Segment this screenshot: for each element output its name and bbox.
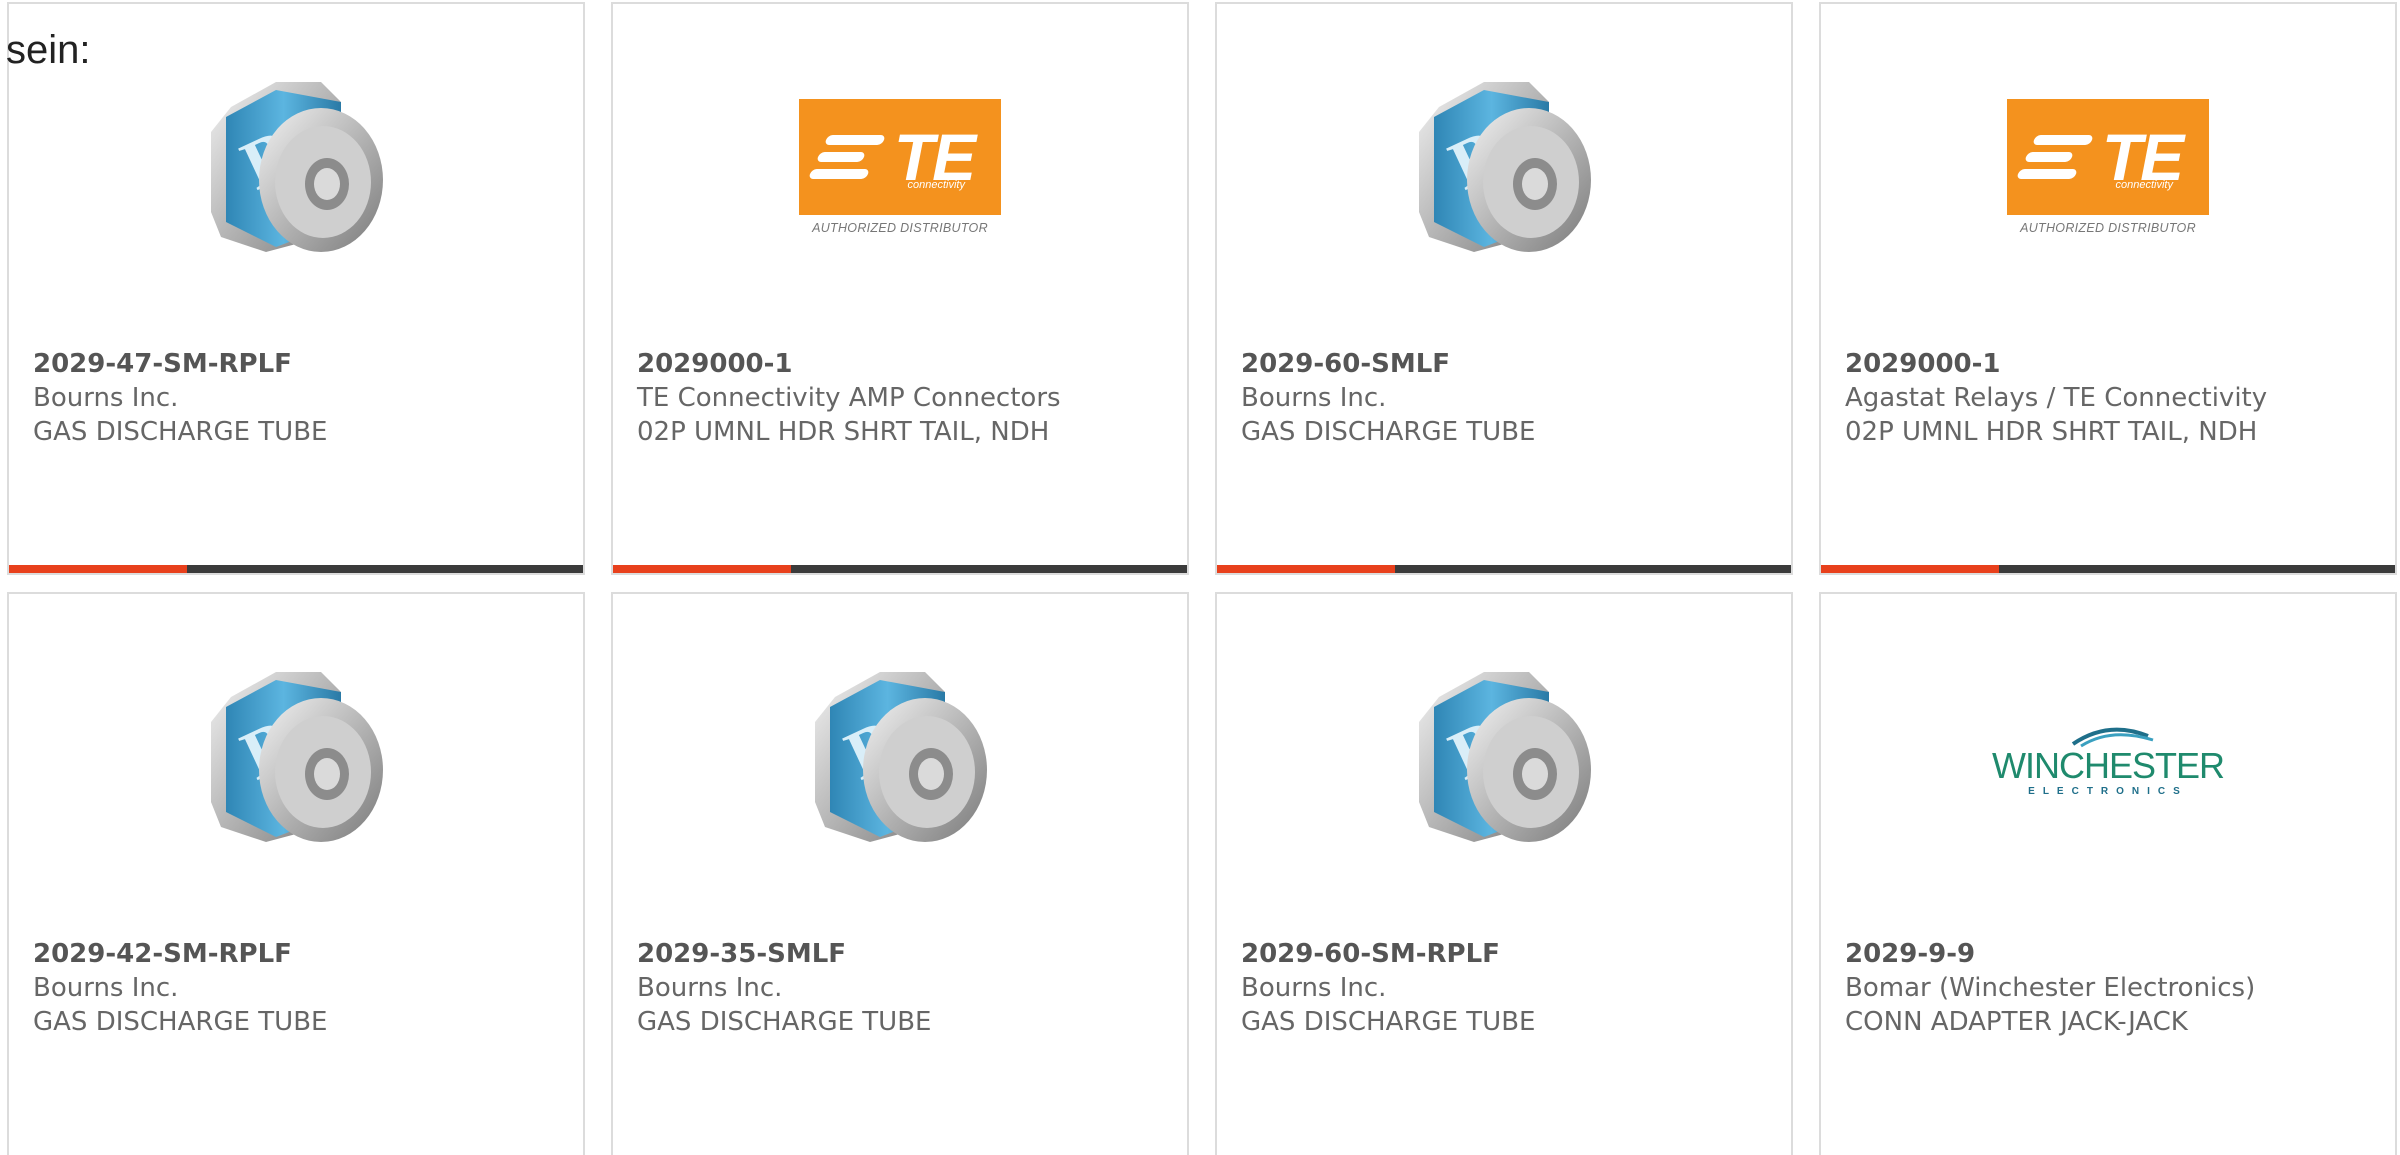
product-info: 2029-47-SM-RPLF Bourns Inc. GAS DISCHARG… — [33, 347, 573, 449]
card-accent-bar — [1217, 565, 1791, 573]
card-accent-bar — [1821, 565, 2395, 573]
description: CONN ADAPTER JACK-JACK — [1845, 1007, 2188, 1037]
description: GAS DISCHARGE TUBE — [1241, 417, 1536, 447]
logo-subtext: ELECTRONICS — [2028, 785, 2188, 797]
product-info: 2029-60-SMLF Bourns Inc. GAS DISCHARGE T… — [1241, 347, 1781, 449]
description: 02P UMNL HDR SHRT TAIL, NDH — [637, 417, 1050, 447]
manufacturer: Bourns Inc. — [1241, 383, 1387, 413]
logo-caption: AUTHORIZED DISTRIBUTOR — [2020, 221, 2196, 235]
gas-discharge-tube-icon: B — [1399, 62, 1609, 272]
logo-caption: AUTHORIZED DISTRIBUTOR — [812, 221, 988, 235]
logo-subtext: connectivity — [2115, 179, 2173, 191]
card-accent-fill — [1217, 565, 1395, 573]
manufacturer: Bourns Inc. — [33, 973, 179, 1003]
part-number[interactable]: 2029-9-9 — [1845, 937, 2385, 971]
product-info: 2029000-1 TE Connectivity AMP Connectors… — [637, 347, 1177, 449]
product-info: 2029-60-SM-RPLF Bourns Inc. GAS DISCHARG… — [1241, 937, 1781, 1039]
product-card[interactable]: B 2029-47-SM-RPLF Bourns Inc. GAS DISCHA… — [7, 2, 585, 575]
description: 02P UMNL HDR SHRT TAIL, NDH — [1845, 417, 2258, 447]
manufacturer: Bourns Inc. — [33, 383, 179, 413]
product-info: 2029000-1 Agastat Relays / TE Connectivi… — [1845, 347, 2385, 449]
winchester-electronics-logo: WINCHESTER ELECTRONICS — [1992, 652, 2225, 862]
manufacturer: Bourns Inc. — [637, 973, 783, 1003]
description: GAS DISCHARGE TUBE — [33, 417, 328, 447]
product-card[interactable]: B 2029-35-SMLF Bourns Inc. GAS DISCHARGE… — [611, 592, 1189, 1155]
te-connectivity-logo: TE connectivity AUTHORIZED DISTRIBUTOR — [2003, 62, 2213, 272]
gas-discharge-tube-icon: B — [191, 62, 401, 272]
product-card[interactable]: B 2029-42-SM-RPLF Bourns Inc. GAS DISCHA… — [7, 592, 585, 1155]
logo-subtext: connectivity — [907, 179, 965, 191]
manufacturer: Bomar (Winchester Electronics) — [1845, 973, 2256, 1003]
gas-discharge-tube-icon: B — [1399, 652, 1609, 862]
description: GAS DISCHARGE TUBE — [637, 1007, 932, 1037]
te-connectivity-logo: TE connectivity AUTHORIZED DISTRIBUTOR — [795, 62, 1005, 272]
gas-discharge-tube-icon: B — [191, 652, 401, 862]
swoosh-icon — [2071, 727, 2154, 747]
part-number[interactable]: 2029-35-SMLF — [637, 937, 1177, 971]
intro-text: sein: — [6, 28, 91, 72]
part-number[interactable]: 2029000-1 — [1845, 347, 2385, 381]
part-number[interactable]: 2029-42-SM-RPLF — [33, 937, 573, 971]
gas-discharge-tube-icon: B — [795, 652, 1005, 862]
product-card[interactable]: TE connectivity AUTHORIZED DISTRIBUTOR 2… — [1819, 2, 2397, 575]
part-number[interactable]: 2029000-1 — [637, 347, 1177, 381]
manufacturer: Bourns Inc. — [1241, 973, 1387, 1003]
card-accent-fill — [613, 565, 791, 573]
product-card[interactable]: B 2029-60-SM-RPLF Bourns Inc. GAS DISCHA… — [1215, 592, 1793, 1155]
card-accent-bar — [9, 565, 583, 573]
product-info: 2029-9-9 Bomar (Winchester Electronics) … — [1845, 937, 2385, 1039]
description: GAS DISCHARGE TUBE — [1241, 1007, 1536, 1037]
description: GAS DISCHARGE TUBE — [33, 1007, 328, 1037]
product-card[interactable]: WINCHESTER ELECTRONICS 2029-9-9 Bomar (W… — [1819, 592, 2397, 1155]
product-card[interactable]: TE connectivity AUTHORIZED DISTRIBUTOR 2… — [611, 2, 1189, 575]
card-accent-fill — [1821, 565, 1999, 573]
product-grid-page: sein: B 2029-47-SM-RPLF Bourns Inc. GAS … — [0, 0, 2400, 1155]
card-accent-bar — [613, 565, 1187, 573]
part-number[interactable]: 2029-60-SMLF — [1241, 347, 1781, 381]
product-info: 2029-42-SM-RPLF Bourns Inc. GAS DISCHARG… — [33, 937, 573, 1039]
product-info: 2029-35-SMLF Bourns Inc. GAS DISCHARGE T… — [637, 937, 1177, 1039]
card-accent-fill — [9, 565, 187, 573]
part-number[interactable]: 2029-47-SM-RPLF — [33, 347, 573, 381]
product-card[interactable]: B 2029-60-SMLF Bourns Inc. GAS DISCHARGE… — [1215, 2, 1793, 575]
manufacturer: Agastat Relays / TE Connectivity — [1845, 383, 2268, 413]
manufacturer: TE Connectivity AMP Connectors — [637, 383, 1061, 413]
logo-text: WINCHESTER — [1992, 744, 2225, 786]
part-number[interactable]: 2029-60-SM-RPLF — [1241, 937, 1781, 971]
